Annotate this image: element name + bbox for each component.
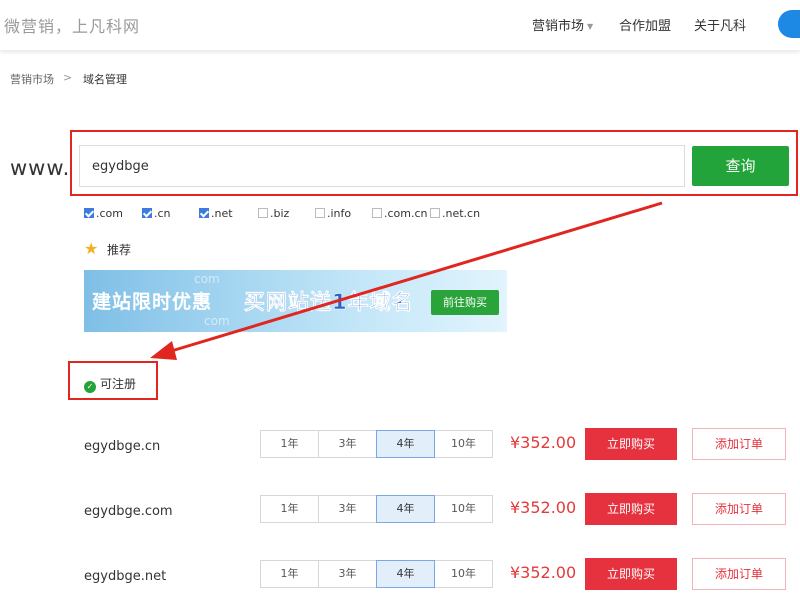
tld-label: .net: [211, 207, 233, 220]
check-circle-icon: ✓: [84, 381, 96, 393]
checkbox-unchecked[interactable]: [372, 208, 382, 218]
tld-label: .biz: [270, 207, 290, 220]
buy-now-button[interactable]: 立即购买: [585, 558, 677, 590]
year-option-3[interactable]: 3年: [318, 495, 377, 523]
price: ¥352.00: [510, 498, 577, 517]
domain-result-row: egydbge.com 1年 3年 4年 10年 ¥352.00 立即购买 添加…: [0, 493, 800, 531]
breadcrumb-marketing-market[interactable]: 营销市场: [10, 71, 54, 87]
buy-now-button[interactable]: 立即购买: [585, 428, 677, 460]
year-option-4-selected[interactable]: 4年: [376, 495, 435, 523]
add-to-order-button[interactable]: 添加订单: [692, 493, 786, 525]
year-option-1[interactable]: 1年: [260, 560, 319, 588]
year-option-3[interactable]: 3年: [318, 430, 377, 458]
available-label: 可注册: [100, 377, 137, 391]
tld-label: .com: [96, 207, 123, 220]
domain-name: egydbge.net: [84, 569, 167, 584]
search-button[interactable]: 查询: [692, 146, 789, 186]
domain-name: egydbge.cn: [84, 439, 161, 454]
promo-banner[interactable]: com com 建站限时优惠 买网站送1年域名 前往购买: [84, 270, 507, 332]
banner-ghost-text: com: [204, 314, 230, 328]
checkbox-checked[interactable]: [199, 208, 209, 218]
add-to-order-button[interactable]: 添加订单: [692, 558, 786, 590]
year-option-1[interactable]: 1年: [260, 430, 319, 458]
year-option-4-selected[interactable]: 4年: [376, 560, 435, 588]
banner-headline: 买网站送1年域名: [244, 290, 414, 315]
year-option-4-selected[interactable]: 4年: [376, 430, 435, 458]
tld-option-cn[interactable]: .cn: [142, 207, 171, 220]
add-to-order-button[interactable]: 添加订单: [692, 428, 786, 460]
breadcrumb-separator: >: [63, 71, 73, 84]
banner-ghost-text: com: [194, 272, 220, 286]
checkbox-unchecked[interactable]: [430, 208, 440, 218]
checkbox-checked[interactable]: [84, 208, 94, 218]
tld-option-com[interactable]: .com: [84, 207, 123, 220]
nav-marketing-market[interactable]: 营销市场 ▼: [532, 15, 593, 34]
star-icon: ★: [84, 239, 99, 258]
checkbox-unchecked[interactable]: [315, 208, 325, 218]
banner-left-text: 建站限时优惠: [92, 291, 213, 313]
domain-name: egydbge.com: [84, 504, 173, 519]
year-option-10[interactable]: 10年: [434, 430, 493, 458]
tld-option-net-cn[interactable]: .net.cn: [430, 207, 480, 220]
tld-label: .cn: [154, 207, 171, 220]
domain-search-input[interactable]: [80, 146, 684, 186]
top-header: 微营销，上凡科网 营销市场 ▼ 合作加盟 关于凡科: [0, 0, 800, 51]
recommend-label: 推荐: [107, 243, 132, 257]
nav-partnership[interactable]: 合作加盟: [619, 15, 671, 34]
domain-search-box: [79, 145, 685, 187]
tld-option-biz[interactable]: .biz: [258, 207, 289, 220]
nav-about[interactable]: 关于凡科: [694, 15, 746, 34]
chevron-down-icon: ▼: [587, 22, 594, 31]
tld-option-net[interactable]: .net: [199, 207, 233, 220]
tld-label: .net.cn: [442, 207, 481, 220]
price: ¥352.00: [510, 563, 577, 582]
year-option-1[interactable]: 1年: [260, 495, 319, 523]
tld-label: .info: [327, 207, 352, 220]
banner-buy-button[interactable]: 前往购买: [431, 290, 499, 315]
domain-result-row: egydbge.cn 1年 3年 4年 10年 ¥352.00 立即购买 添加订…: [0, 428, 800, 466]
checkbox-checked[interactable]: [142, 208, 152, 218]
nav-marketing-market-label: 营销市场: [532, 19, 585, 34]
tld-label: .com.cn: [384, 207, 428, 220]
year-option-10[interactable]: 10年: [434, 560, 493, 588]
buy-now-button[interactable]: 立即购买: [585, 493, 677, 525]
www-prefix: www.: [10, 156, 71, 180]
year-selector: 1年 3年 4年 10年: [260, 430, 493, 458]
price: ¥352.00: [510, 433, 577, 452]
year-option-10[interactable]: 10年: [434, 495, 493, 523]
available-status: ✓ 可注册: [84, 375, 136, 393]
login-button[interactable]: [778, 10, 800, 38]
year-option-3[interactable]: 3年: [318, 560, 377, 588]
tld-option-info[interactable]: .info: [315, 207, 351, 220]
tld-option-com-cn[interactable]: .com.cn: [372, 207, 428, 220]
arrow-head: [150, 341, 177, 360]
checkbox-unchecked[interactable]: [258, 208, 268, 218]
year-selector: 1年 3年 4年 10年: [260, 560, 493, 588]
domain-result-row: egydbge.net 1年 3年 4年 10年 ¥352.00 立即购买 添加…: [0, 558, 800, 596]
year-selector: 1年 3年 4年 10年: [260, 495, 493, 523]
site-logo[interactable]: 微营销，上凡科网: [4, 13, 140, 37]
breadcrumb-domain-management: 域名管理: [83, 73, 127, 86]
